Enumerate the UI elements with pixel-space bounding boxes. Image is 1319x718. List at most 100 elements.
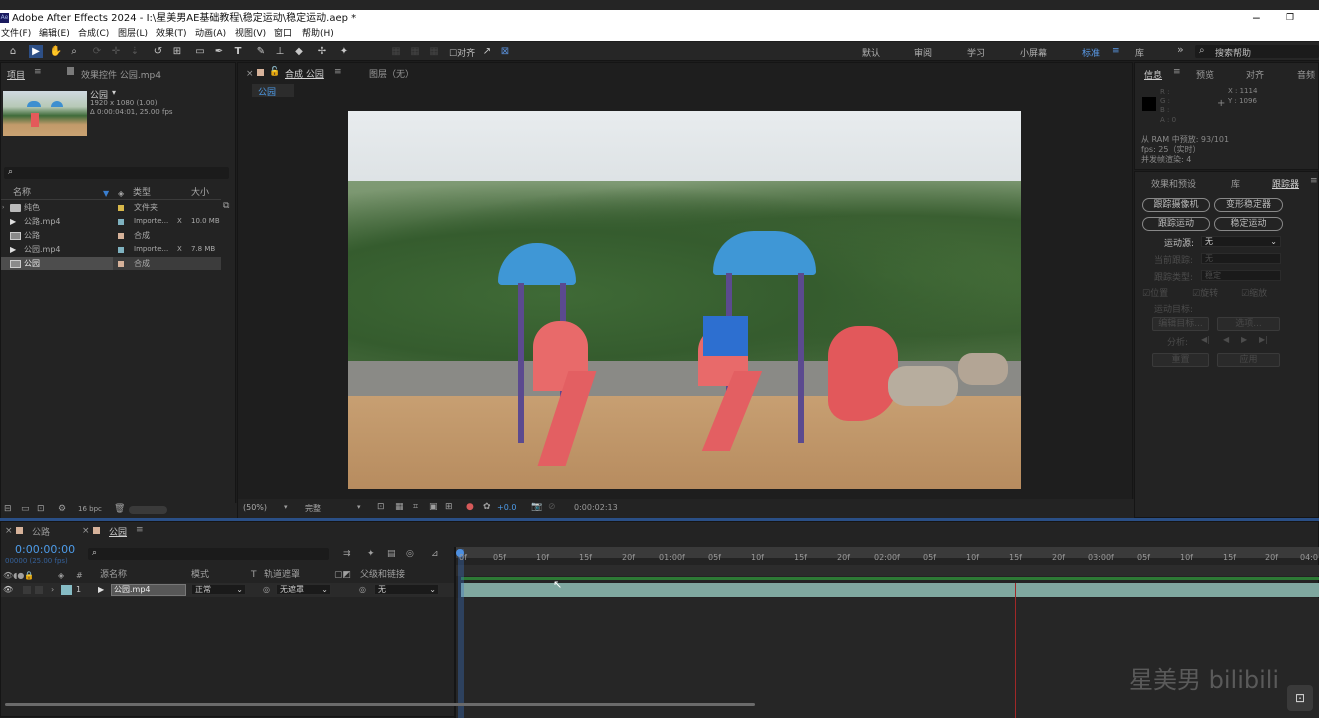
time-ruler[interactable] bbox=[456, 565, 1319, 576]
hand-tool-icon[interactable]: ✋ bbox=[49, 45, 63, 58]
chevron-down-icon[interactable]: ▾ bbox=[357, 503, 361, 511]
layer-name[interactable]: 公园.mp4 bbox=[111, 584, 186, 596]
parent-header[interactable]: 父级和链接 bbox=[360, 569, 405, 582]
column-name[interactable]: 名称 bbox=[13, 187, 31, 200]
column-size[interactable]: 大小 bbox=[191, 187, 209, 200]
menu-file[interactable]: 文件(F) bbox=[1, 27, 31, 41]
puppet-pin-icon[interactable]: ✦ bbox=[337, 45, 351, 58]
timeline-scrollbar[interactable] bbox=[5, 703, 755, 706]
close-tab-icon[interactable]: × bbox=[5, 526, 13, 536]
trash-icon[interactable]: 🗑 bbox=[114, 504, 125, 514]
menu-window[interactable]: 窗口 bbox=[274, 27, 292, 41]
motion-blur-icon[interactable]: ◎ bbox=[406, 549, 414, 559]
project-settings-icon[interactable]: ⚙ bbox=[58, 504, 66, 514]
workspace-small-screen[interactable]: 小屏幕 bbox=[1020, 46, 1047, 59]
tab-effect-controls[interactable]: 效果控件 公园.mp4 bbox=[81, 68, 161, 81]
anchor-tool-icon[interactable]: ⊞ bbox=[170, 45, 184, 58]
tab-preview[interactable]: 预览 bbox=[1196, 68, 1214, 81]
menu-help[interactable]: 帮助(H) bbox=[302, 27, 334, 41]
blend-mode-select[interactable]: 正常 ⌄ bbox=[191, 584, 246, 595]
graph-editor-icon[interactable]: ⊿ bbox=[431, 549, 439, 559]
exposure-reset-icon[interactable]: ✿ bbox=[483, 502, 491, 512]
roto-brush-icon[interactable]: ✢ bbox=[315, 45, 329, 58]
draft-3d-icon[interactable]: ✦ bbox=[367, 549, 375, 559]
resolution-popup[interactable]: 完整 bbox=[305, 503, 321, 514]
timeline-search-input[interactable]: ⌕ bbox=[88, 548, 329, 560]
comp-mini-flowchart-icon[interactable]: ⇉ bbox=[343, 549, 351, 559]
orbit-tool-icon[interactable]: ⟳ bbox=[90, 45, 104, 58]
flowchart-icon[interactable]: ⧉ bbox=[223, 201, 229, 211]
menu-view[interactable]: 视图(V) bbox=[235, 27, 266, 41]
position-checkbox[interactable]: ☑位置 bbox=[1142, 286, 1168, 299]
rotation-checkbox[interactable]: ☑旋转 bbox=[1192, 286, 1218, 299]
rotate-tool-icon[interactable]: ↺ bbox=[151, 45, 165, 58]
bpc-label[interactable]: 16 bpc bbox=[78, 505, 102, 513]
help-search-box[interactable]: ⌕ 搜索帮助 bbox=[1195, 45, 1319, 59]
menu-layer[interactable]: 图层(L) bbox=[118, 27, 148, 41]
zoom-tool-icon[interactable]: ⌕ bbox=[67, 45, 81, 58]
source-name-header[interactable]: 源名称 bbox=[100, 569, 127, 582]
expand-arrow-icon[interactable]: › bbox=[51, 583, 54, 597]
options-button[interactable]: 选项... bbox=[1217, 317, 1280, 331]
expand-arrow-icon[interactable]: › bbox=[2, 201, 4, 214]
panel-menu-icon[interactable]: ≡ bbox=[1310, 176, 1318, 186]
thumbnail-size-slider[interactable] bbox=[129, 506, 167, 514]
view-layout-icon[interactable]: ⊞ bbox=[445, 502, 453, 512]
matte-pickwhip-icon[interactable]: ◎ bbox=[263, 583, 270, 597]
analyze-forward-icon[interactable]: ▶ bbox=[1241, 335, 1247, 344]
text-tool-icon[interactable]: T bbox=[231, 45, 245, 58]
tab-project[interactable]: 项目 bbox=[7, 68, 25, 81]
lock-icon[interactable]: 🔓 bbox=[269, 67, 280, 77]
menu-composition[interactable]: 合成(C) bbox=[78, 27, 109, 41]
track-matte-select[interactable]: 无遮罩 ⌄ bbox=[276, 584, 331, 595]
track-motion-button[interactable]: 跟踪运动 bbox=[1142, 217, 1210, 231]
label-color-swatch[interactable] bbox=[118, 247, 124, 253]
workspace-menu-icon[interactable]: ≡ bbox=[1112, 46, 1120, 56]
minimize-button[interactable]: ─ bbox=[1253, 10, 1260, 27]
list-item[interactable]: › 纯色 文件夹 bbox=[1, 201, 221, 214]
chevron-down-icon[interactable]: ▾ bbox=[112, 88, 116, 97]
chevron-down-icon[interactable]: ▾ bbox=[284, 503, 288, 511]
mask-visibility-icon[interactable]: ⌗ bbox=[413, 502, 418, 512]
workspace-library[interactable]: 库 bbox=[1135, 46, 1144, 59]
list-item[interactable]: 公路 合成 bbox=[1, 229, 221, 242]
stabilize-motion-button[interactable]: 稳定运动 bbox=[1214, 217, 1283, 231]
local-axis-icon[interactable]: ▦ bbox=[389, 45, 403, 58]
snap-checkbox[interactable]: ☐对齐 bbox=[449, 46, 475, 59]
snap-option-icon[interactable]: ↗ bbox=[480, 45, 494, 58]
color-channels-icon[interactable]: ● bbox=[466, 502, 474, 512]
composition-viewer[interactable] bbox=[348, 111, 1021, 489]
pan-tool-icon[interactable]: ✛ bbox=[109, 45, 123, 58]
tab-audio[interactable]: 音频 bbox=[1297, 68, 1315, 81]
label-color-swatch[interactable] bbox=[118, 219, 124, 225]
panel-menu-icon[interactable]: ≡ bbox=[136, 525, 144, 535]
solo-box[interactable] bbox=[23, 586, 31, 594]
warp-stabilizer-button[interactable]: 变形稳定器 bbox=[1214, 198, 1283, 212]
motion-source-select[interactable]: 无 ⌄ bbox=[1201, 236, 1281, 247]
tab-info[interactable]: 信息 bbox=[1144, 68, 1162, 81]
scale-checkbox[interactable]: ☑缩放 bbox=[1241, 286, 1267, 299]
analyze-back-icon[interactable]: ◀ bbox=[1223, 335, 1229, 344]
current-track-select[interactable]: 无 bbox=[1201, 253, 1281, 264]
panel-menu-icon[interactable]: ≡ bbox=[34, 67, 42, 77]
tab-align[interactable]: 对齐 bbox=[1246, 68, 1264, 81]
tab-road-comp[interactable]: 公路 bbox=[32, 525, 50, 538]
lock-box[interactable] bbox=[35, 586, 43, 594]
visibility-eye-icon[interactable]: 👁 bbox=[3, 583, 13, 597]
rectangle-tool-icon[interactable]: ▭ bbox=[193, 45, 207, 58]
analyze-forward-all-icon[interactable]: ▶| bbox=[1259, 335, 1268, 344]
close-tab-icon[interactable]: × bbox=[246, 69, 254, 79]
tab-layer[interactable]: 图层（无） bbox=[369, 67, 414, 80]
eraser-tool-icon[interactable]: ◆ bbox=[292, 45, 306, 58]
column-type[interactable]: 类型 bbox=[133, 187, 151, 200]
reset-button[interactable]: 重置 bbox=[1152, 353, 1209, 367]
current-time-indicator[interactable] bbox=[458, 549, 464, 718]
workspace-learn[interactable]: 学习 bbox=[967, 46, 985, 59]
snap-target-icon[interactable]: ⊠ bbox=[498, 45, 512, 58]
track-type-select[interactable]: 稳定 bbox=[1201, 270, 1281, 281]
region-of-interest-icon[interactable]: ⊡ bbox=[377, 502, 385, 512]
mode-header[interactable]: 模式 bbox=[191, 569, 209, 582]
dolly-tool-icon[interactable]: ⇣ bbox=[128, 45, 142, 58]
menu-animation[interactable]: 动画(A) bbox=[195, 27, 226, 41]
project-search-input[interactable]: ⌕ bbox=[4, 167, 229, 179]
